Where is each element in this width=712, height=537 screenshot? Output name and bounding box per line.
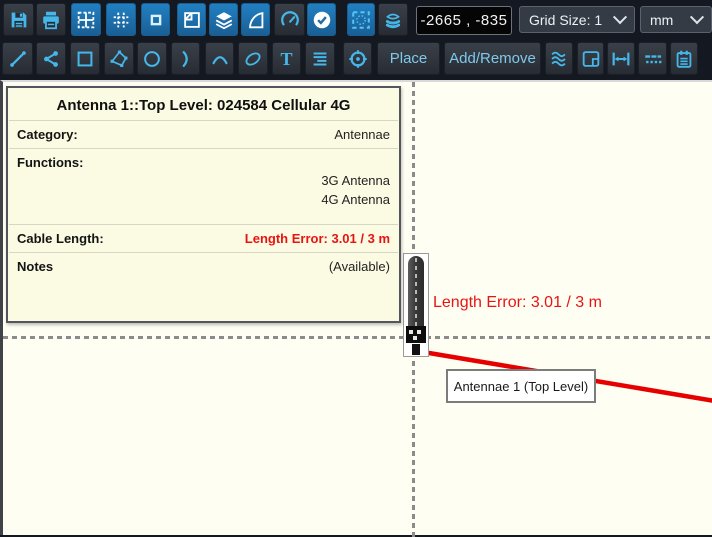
- text-align-button[interactable]: [305, 42, 335, 75]
- circle-tool-button[interactable]: [137, 42, 167, 75]
- ellipse-tool-button[interactable]: [238, 42, 268, 75]
- selection-marquee-button[interactable]: [347, 3, 375, 36]
- validate-button[interactable]: [307, 3, 336, 36]
- add-remove-button[interactable]: Add/Remove: [444, 42, 541, 75]
- functions-row: Functions:: [8, 149, 399, 172]
- place-button[interactable]: Place: [377, 42, 440, 75]
- antenna-feed-stub: [412, 344, 420, 355]
- unit-value: mm: [650, 11, 674, 28]
- cursor-coordinates: -2665 , -835: [416, 6, 512, 35]
- save-icon: [11, 12, 26, 27]
- snap-point-button[interactable]: [141, 3, 170, 36]
- panel-title: Antenna 1::Top Level: 024584 Cellular 4G: [56, 97, 351, 114]
- dimension-arrow-icon: [612, 52, 630, 65]
- arc-mode-button[interactable]: [241, 3, 270, 36]
- function-item: 4G Antenna: [321, 191, 390, 207]
- rectangle-tool-button[interactable]: [70, 42, 100, 75]
- check-circle-icon: [313, 11, 330, 28]
- ellipse-icon: [245, 51, 261, 66]
- circle-icon: [144, 50, 160, 67]
- snap-grid-icon: [113, 12, 129, 27]
- functions-label: Functions:: [17, 155, 84, 170]
- text-tool-icon: T: [280, 48, 293, 69]
- cable-length-error-value: Length Error: 3.01 / 3 m: [244, 230, 390, 246]
- snap-grid-button[interactable]: [106, 3, 136, 36]
- component-info-panel: Antenna 1::Top Level: 024584 Cellular 4G…: [6, 86, 401, 323]
- stacked-rows-icon: [385, 13, 401, 28]
- antenna-center-dash: [415, 258, 417, 328]
- category-label: Category:: [17, 127, 78, 142]
- save-button[interactable]: [3, 3, 34, 36]
- toolbar: -2665 , -835 Grid Size: 1 mm T Place Add…: [0, 0, 712, 80]
- grid-icon: [77, 11, 95, 28]
- notes-label: Notes: [17, 258, 54, 274]
- grid-size-dropdown[interactable]: Grid Size: 1: [519, 6, 635, 33]
- cable-length-label: Cable Length:: [17, 230, 104, 246]
- length-error-annotation: Length Error: 3.01 / 3 m: [433, 294, 602, 311]
- antenna-symbol[interactable]: [403, 253, 429, 357]
- unit-dropdown[interactable]: mm: [640, 6, 712, 33]
- chevron-down-icon: [612, 9, 628, 24]
- gauge-button[interactable]: [274, 3, 305, 36]
- small-square-icon: [150, 14, 161, 25]
- waves-icon: [551, 51, 566, 66]
- arc-3point-tool-button[interactable]: [205, 42, 234, 75]
- drawing-canvas[interactable]: Length Error: 3.01 / 3 m Antennae 1 (Top…: [0, 80, 712, 537]
- notes-tool-button[interactable]: [670, 42, 698, 75]
- line-icon: [9, 50, 26, 67]
- print-icon: [43, 11, 59, 29]
- dash-dot-line-icon: [644, 54, 661, 63]
- layers-icon: [215, 11, 232, 29]
- arc-open-icon: [182, 50, 188, 67]
- notepad-icon: [676, 50, 692, 68]
- marquee-dots-icon: [352, 10, 370, 29]
- grid-size-value: Grid Size: 1: [529, 11, 603, 28]
- chevron-down-icon: [689, 9, 705, 24]
- align-lines-icon: [313, 51, 327, 66]
- page-corner-icon: [183, 11, 200, 28]
- rectangle-icon: [77, 51, 93, 66]
- target-icon: [348, 49, 367, 68]
- category-row: Category: Antennae: [8, 121, 399, 148]
- notes-row: Notes (Available): [8, 253, 399, 280]
- print-button[interactable]: [36, 3, 66, 36]
- quadrant-icon: [248, 11, 263, 28]
- panel-corner-icon: [582, 50, 599, 67]
- dashed-line-tool-button[interactable]: [638, 42, 667, 75]
- stacked-layers-button[interactable]: [378, 3, 408, 36]
- antenna-name-label[interactable]: Antennae 1 (Top Level): [446, 369, 596, 403]
- function-item: 3G Antenna: [321, 173, 390, 188]
- layers-button[interactable]: [209, 3, 238, 36]
- polygon-tool-button[interactable]: [104, 42, 134, 75]
- waves-tool-button[interactable]: [545, 42, 573, 75]
- dimension-tool-button[interactable]: [607, 42, 635, 75]
- cable-length-row: Cable Length: Length Error: 3.01 / 3 m: [8, 225, 399, 252]
- share-nodes-icon: [44, 50, 58, 67]
- target-tool-button[interactable]: [343, 42, 372, 75]
- arc-tool-button[interactable]: [171, 42, 200, 75]
- grid-toggle-button[interactable]: [71, 3, 101, 36]
- panel-layout-button[interactable]: [577, 42, 604, 75]
- text-tool-button[interactable]: T: [272, 42, 301, 75]
- page-setup-button[interactable]: [177, 3, 206, 36]
- polyline-tool-button[interactable]: [36, 42, 66, 75]
- line-tool-button[interactable]: [2, 42, 33, 75]
- arc-top-icon: [211, 55, 228, 64]
- antenna-connector: [406, 326, 426, 343]
- notes-value: (Available): [328, 258, 390, 274]
- category-value: Antennae: [334, 127, 390, 142]
- polygon-icon: [110, 50, 128, 67]
- gauge-icon: [280, 10, 299, 26]
- functions-values: 3G Antenna 4G Antenna: [8, 172, 399, 224]
